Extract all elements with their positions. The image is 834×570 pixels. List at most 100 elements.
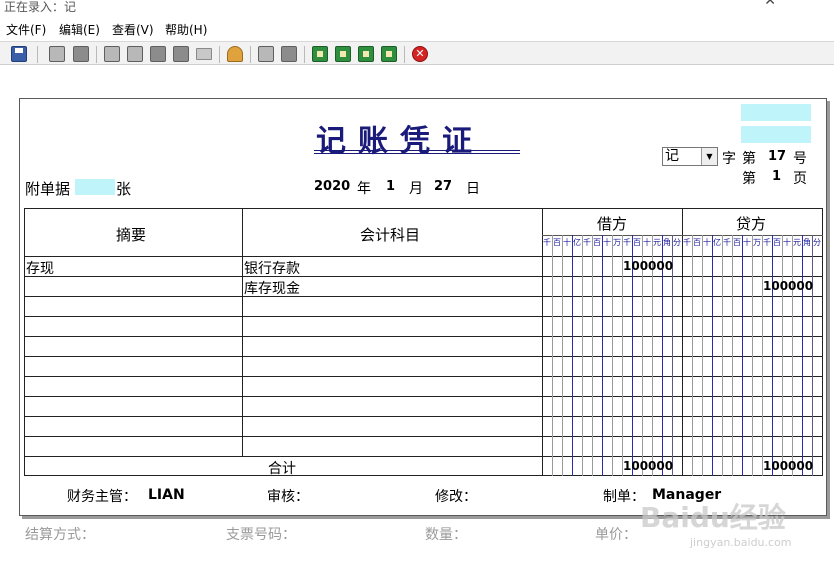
menu-file[interactable]: 文件(F) bbox=[6, 20, 46, 40]
amount-unit-label: 十 bbox=[743, 238, 751, 247]
delete-row-icon[interactable] bbox=[127, 46, 143, 62]
window-title: 正在录入：记 bbox=[4, 0, 77, 14]
toolbar-separator bbox=[96, 46, 97, 63]
title-underline bbox=[314, 150, 520, 151]
di-label: 第 bbox=[742, 171, 756, 187]
modify-label: 修改： bbox=[435, 489, 477, 505]
amount-unit-label: 角 bbox=[803, 238, 811, 247]
digit-divider bbox=[712, 235, 713, 476]
row-divider bbox=[24, 316, 823, 317]
amount-unit-label: 百 bbox=[693, 238, 701, 247]
amount-unit-label: 百 bbox=[593, 238, 601, 247]
last-record-icon[interactable] bbox=[381, 46, 397, 62]
row-credit[interactable]: 100000 bbox=[763, 279, 813, 293]
amount-unit-label: 亿 bbox=[573, 238, 581, 247]
amount-unit-label: 十 bbox=[603, 238, 611, 247]
date-month[interactable]: 1 bbox=[386, 179, 395, 194]
price-label: 单价： bbox=[595, 527, 637, 543]
row-divider bbox=[24, 436, 823, 437]
add-row-icon[interactable] bbox=[104, 46, 120, 62]
chevron-down-icon[interactable]: ▼ bbox=[701, 148, 717, 165]
zi-label: 字 bbox=[722, 151, 736, 167]
di-label: 第 bbox=[742, 151, 756, 167]
ye-label: 页 bbox=[793, 171, 807, 187]
toolbar-separator bbox=[404, 46, 405, 63]
day-unit: 日 bbox=[466, 181, 480, 197]
menu-view[interactable]: 查看(V) bbox=[112, 20, 154, 40]
row-debit[interactable]: 100000 bbox=[623, 259, 673, 273]
digit-divider bbox=[702, 235, 703, 476]
preview-icon[interactable] bbox=[49, 46, 65, 62]
date-year[interactable]: 2020 bbox=[314, 179, 350, 194]
calculator-icon[interactable] bbox=[258, 46, 274, 62]
first-record-icon[interactable] bbox=[312, 46, 328, 62]
supervisor-value: LIAN bbox=[148, 487, 185, 503]
next-record-icon[interactable] bbox=[358, 46, 374, 62]
row-account[interactable]: 银行存款 bbox=[244, 258, 300, 278]
amount-unit-label: 十 bbox=[783, 238, 791, 247]
digit-divider bbox=[592, 235, 593, 476]
amount-unit-label: 元 bbox=[793, 238, 801, 247]
toolbar: ✕ bbox=[0, 41, 834, 65]
save-icon[interactable] bbox=[11, 46, 27, 62]
voucher-kind-select[interactable]: 记 ▼ bbox=[662, 147, 718, 166]
menu-edit[interactable]: 编辑(E) bbox=[59, 20, 100, 40]
amount-unit-label: 元 bbox=[653, 238, 661, 247]
user-icon[interactable] bbox=[227, 46, 243, 62]
row-summary[interactable]: 存现 bbox=[26, 258, 54, 278]
amount-unit-label: 百 bbox=[633, 238, 641, 247]
toolbar-separator bbox=[250, 46, 251, 63]
menu-help[interactable]: 帮助(H) bbox=[165, 20, 207, 40]
toolbar-separator bbox=[37, 46, 38, 63]
digit-divider bbox=[762, 235, 763, 476]
digit-divider bbox=[722, 235, 723, 476]
chart-icon[interactable] bbox=[281, 46, 297, 62]
digit-divider bbox=[612, 235, 613, 476]
amount-unit-label: 千 bbox=[683, 238, 691, 247]
digit-divider bbox=[742, 235, 743, 476]
attach-count-field[interactable] bbox=[75, 179, 115, 195]
exit-icon[interactable]: ✕ bbox=[412, 46, 428, 62]
row-divider bbox=[24, 356, 823, 357]
digit-divider bbox=[582, 235, 583, 476]
row-divider bbox=[24, 336, 823, 337]
highlight-field[interactable] bbox=[741, 126, 811, 143]
folder-icon[interactable] bbox=[196, 48, 212, 60]
previous-record-icon[interactable] bbox=[335, 46, 351, 62]
digit-divider bbox=[692, 235, 693, 476]
row-divider bbox=[24, 456, 823, 457]
maker-label: 制单： bbox=[603, 489, 645, 505]
book-icon[interactable] bbox=[150, 46, 166, 62]
close-icon[interactable]: ✕ bbox=[764, 0, 776, 8]
settlement-label: 结算方式： bbox=[25, 527, 95, 543]
row-divider bbox=[24, 416, 823, 417]
row-account[interactable]: 库存现金 bbox=[244, 278, 300, 298]
digit-divider bbox=[552, 235, 553, 476]
total-label: 合计 bbox=[268, 461, 296, 477]
header-divider bbox=[24, 256, 823, 257]
amount-unit-label: 千 bbox=[623, 238, 631, 247]
title-underline bbox=[314, 153, 520, 154]
date-day[interactable]: 27 bbox=[434, 179, 452, 194]
hao-label: 号 bbox=[793, 151, 807, 167]
page-number[interactable]: 1 bbox=[772, 169, 781, 184]
amount-unit-label: 百 bbox=[733, 238, 741, 247]
digit-divider bbox=[732, 235, 733, 476]
digit-divider bbox=[782, 235, 783, 476]
header-summary: 摘要 bbox=[116, 226, 147, 244]
digit-divider bbox=[792, 235, 793, 476]
print-icon[interactable] bbox=[73, 46, 89, 62]
header-account: 会计科目 bbox=[360, 226, 421, 244]
amount-unit-label: 千 bbox=[583, 238, 591, 247]
review-label: 审核： bbox=[267, 489, 309, 505]
digit-divider bbox=[602, 235, 603, 476]
digit-divider bbox=[772, 235, 773, 476]
amount-unit-label: 万 bbox=[613, 238, 621, 247]
amount-unit-label: 亿 bbox=[713, 238, 721, 247]
digit-divider bbox=[752, 235, 753, 476]
amount-unit-label: 千 bbox=[723, 238, 731, 247]
amount-unit-label: 十 bbox=[643, 238, 651, 247]
disk-icon[interactable] bbox=[173, 46, 189, 62]
highlight-field[interactable] bbox=[741, 104, 811, 121]
voucher-number[interactable]: 17 bbox=[768, 149, 786, 164]
